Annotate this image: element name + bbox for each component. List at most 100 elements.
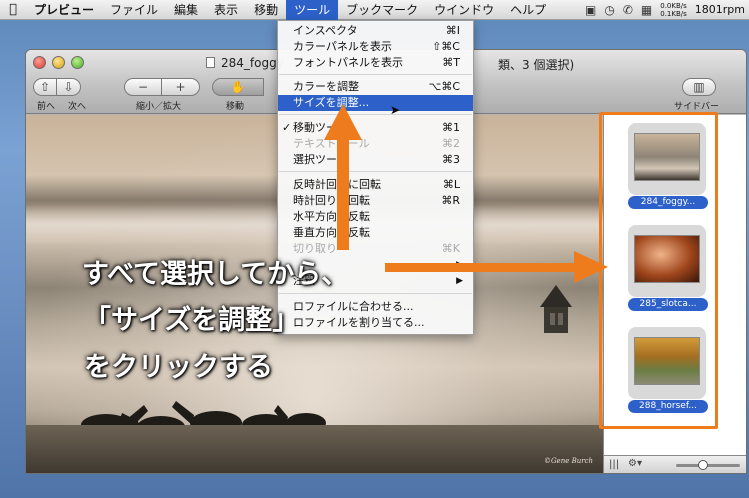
zoom-label: 縮小／拡大	[136, 102, 182, 112]
menu-shortcut: ⌘1	[442, 121, 460, 134]
close-button[interactable]	[33, 56, 46, 69]
menu-shortcut: ⇧⌘C	[432, 40, 460, 53]
minus-icon: −	[137, 80, 149, 94]
hand-icon: ✋	[230, 80, 246, 94]
menu-shortcut: ⌘L	[442, 178, 460, 191]
window-controls	[33, 56, 84, 69]
sidebar-button[interactable]: ▥	[682, 78, 716, 96]
resize-grip-icon[interactable]: |||	[609, 459, 619, 470]
slider-knob[interactable]	[698, 460, 708, 470]
menu-item-label: 水平方向に反転	[293, 210, 370, 223]
annotation-line-1: すべて選択してから、	[82, 259, 349, 290]
menu-item-font-panel[interactable]: フォントパネルを表示 ⌘T	[278, 55, 473, 71]
menu-go[interactable]: 移動	[246, 0, 286, 20]
menu-shortcut: ⌘3	[442, 153, 460, 166]
menu-help[interactable]: ヘルプ	[502, 0, 554, 20]
menu-bar:  プレビュー ファイル 編集 表示 移動 ツール ブックマーク ウインドウ ヘ…	[0, 0, 749, 20]
menu-view[interactable]: 表示	[206, 0, 246, 20]
menu-item-label: インスペクタ	[293, 24, 358, 37]
menu-item-flip-vertical[interactable]: 垂直方向に反転	[278, 225, 473, 241]
menu-item-label: サイズを調整...	[293, 96, 370, 109]
down-arrow-icon: ⇩	[63, 80, 74, 94]
submenu-arrow-icon: ▶	[456, 276, 463, 286]
annotation-line-2: 「サイズを調整」	[84, 305, 300, 336]
apple-icon[interactable]: 	[0, 2, 26, 17]
menu-item-label: 時計回りに回転	[293, 194, 370, 207]
next-button[interactable]: ⇩	[57, 78, 81, 96]
menu-item-rotate-left[interactable]: 反時計回りに回転 ⌘L	[278, 177, 473, 193]
menu-shortcut: ⌥⌘C	[428, 80, 460, 93]
window-title-text: 284_foggy	[221, 56, 284, 70]
back-label: 前へ	[37, 102, 56, 112]
window-title: 284_foggy	[206, 56, 284, 70]
sidebar-toggle-group: ▥	[682, 78, 716, 96]
back-button[interactable]: ⇧	[33, 78, 57, 96]
menu-item-flip-horizontal[interactable]: 水平方向に反転	[278, 209, 473, 225]
field-ground	[26, 425, 603, 473]
photo-watermark: ©Gene Burch	[543, 457, 593, 465]
menu-file[interactable]: ファイル	[102, 0, 166, 20]
mouse-cursor-icon: ➤	[390, 103, 401, 117]
back-next-group: ⇧ ⇩	[33, 78, 81, 96]
menu-item-adjust-color[interactable]: カラーを調整 ⌥⌘C	[278, 79, 473, 95]
menu-item-move-tool[interactable]: ✓ 移動ツー ⌘1	[278, 120, 473, 136]
document-icon	[206, 57, 215, 68]
menu-separator	[279, 114, 472, 115]
menu-shortcut: ⌘T	[442, 56, 460, 69]
sidebar-label: サイドバー	[674, 102, 720, 112]
menu-item-select-tool[interactable]: 選択ツー ⌘3	[278, 152, 473, 168]
status-area: ▣ ◷ ✆ ▦ 0.0KB/s 0.1KB/s 1801rpm	[585, 2, 749, 18]
menu-preview[interactable]: プレビュー	[26, 0, 102, 20]
sidebar-icon: ▥	[693, 80, 705, 94]
menu-item-color-panel[interactable]: カラーパネルを表示 ⇧⌘C	[278, 39, 473, 55]
menu-separator	[279, 293, 472, 294]
menu-item-label: ロファイルを割り当てる...	[293, 316, 425, 329]
up-arrow-icon: ⇧	[39, 80, 51, 94]
move-tool-button[interactable]: ✋	[212, 78, 264, 96]
zoom-in-button[interactable]: +	[162, 78, 200, 96]
annotation-line-3: をクリックする	[84, 352, 273, 383]
menu-edit[interactable]: 編集	[166, 0, 206, 20]
time-machine-icon[interactable]: ◷	[604, 3, 614, 17]
thumbnail-size-slider[interactable]	[676, 464, 740, 467]
lock-icon[interactable]: ▣	[585, 3, 596, 17]
fan-rpm: 1801rpm	[694, 3, 745, 16]
window-title-tail: 類、3 個選択)	[498, 58, 575, 72]
cupola-silhouette	[540, 285, 572, 333]
menu-tools[interactable]: ツール	[286, 0, 339, 20]
menu-item-label: 垂直方向に反転	[293, 226, 370, 239]
menu-item-label: カラーを調整	[293, 80, 359, 93]
menu-item-rotate-right[interactable]: 時計回りに回転 ⌘R	[278, 193, 473, 209]
submenu-arrow-icon: ▶	[456, 260, 463, 270]
menu-item-label: テキストツール	[293, 137, 370, 150]
menu-item-assign-profile[interactable]: ロファイルを割り当てる...	[278, 315, 473, 331]
checkmark-icon: ✓	[282, 121, 292, 134]
menu-item-label: カラーパネルを表示	[293, 40, 392, 53]
menu-item-adjust-size[interactable]: サイズを調整...	[278, 95, 473, 111]
network-rate: 0.0KB/s 0.1KB/s	[660, 2, 687, 18]
menu-item-label: フォントパネルを表示	[293, 56, 403, 69]
menu-item-label: 反時計回りに回転	[293, 178, 381, 191]
menu-shortcut: ⌘R	[441, 194, 460, 207]
menu-bookmarks[interactable]: ブックマーク	[338, 0, 426, 20]
gear-icon[interactable]: ⚙▾	[628, 458, 642, 469]
menu-item-inspector[interactable]: インスペクタ ⌘I	[278, 23, 473, 39]
minimize-button[interactable]	[52, 56, 65, 69]
tool-group: ✋	[212, 78, 264, 96]
menu-separator	[279, 74, 472, 75]
sidebar-highlight-box	[599, 112, 718, 429]
network-rate-down: 0.1KB/s	[660, 9, 687, 18]
network-monitor-icon[interactable]: ▦	[641, 3, 652, 17]
menu-item-label: 移動ツー	[293, 121, 337, 134]
zoom-group: − +	[124, 78, 200, 96]
phone-icon[interactable]: ✆	[623, 3, 633, 17]
zoom-out-button[interactable]: −	[124, 78, 162, 96]
menu-window[interactable]: ウインドウ	[426, 0, 502, 20]
zoom-button[interactable]	[71, 56, 84, 69]
network-rate-up: 0.0KB/s	[660, 1, 687, 10]
menu-shortcut: ⌘I	[445, 24, 460, 37]
menu-item-text-tool: テキストツール ⌘2	[278, 136, 473, 152]
menu-item-label: 選択ツー	[293, 153, 337, 166]
menu-separator	[279, 171, 472, 172]
menu-item-match-profile[interactable]: ロファイルに合わせる...	[278, 299, 473, 315]
